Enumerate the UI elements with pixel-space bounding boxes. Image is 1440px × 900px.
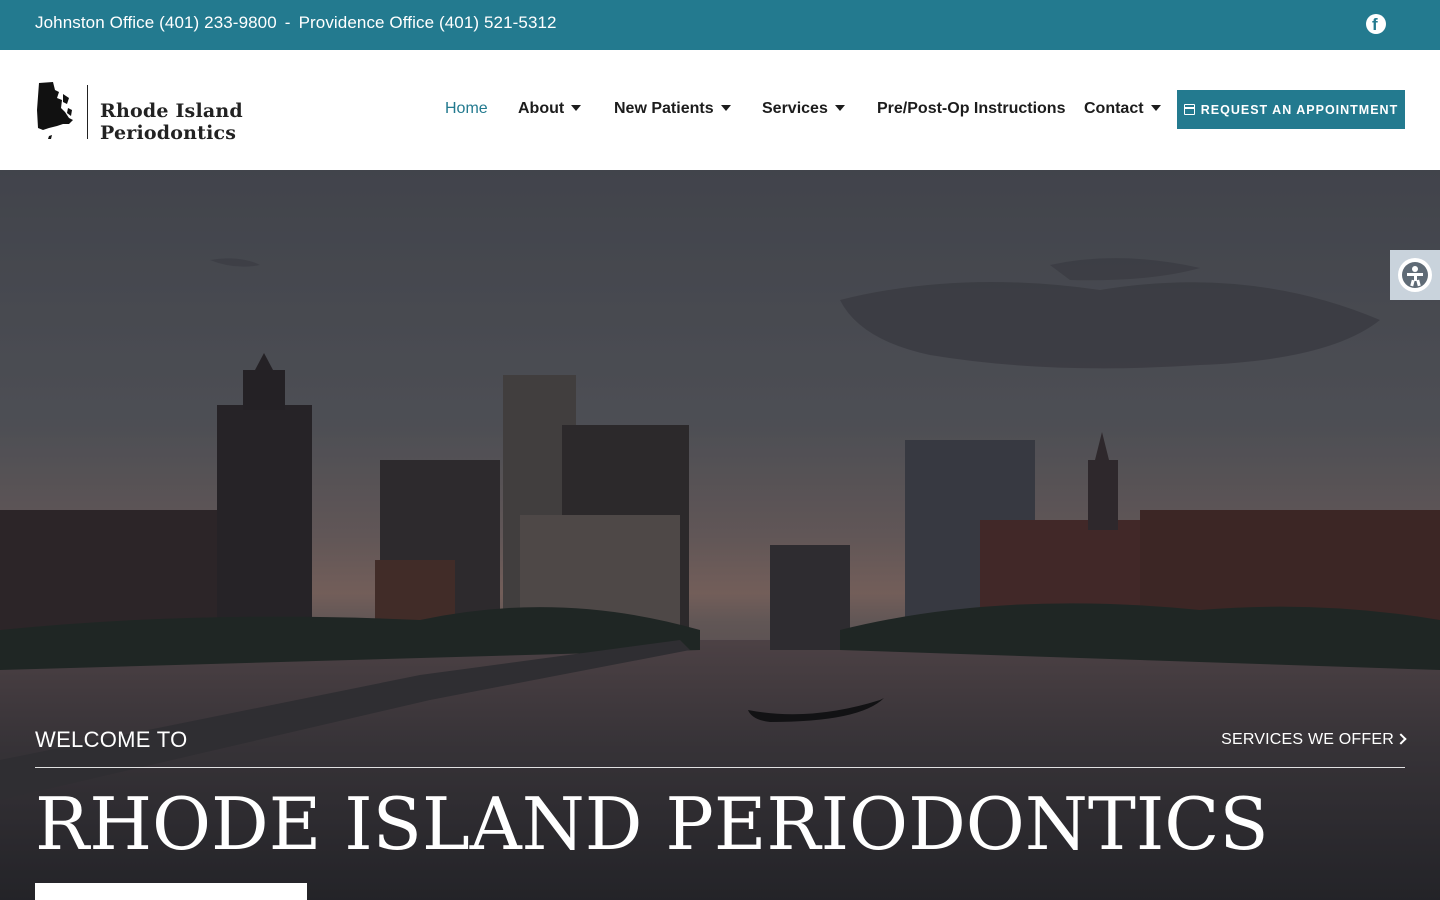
hero-title: RHODE ISLAND PERIODONTICS	[35, 782, 1269, 866]
nav-new-patients-label: New Patients	[614, 100, 714, 117]
nav-about[interactable]: About	[518, 100, 582, 118]
office-phones: Johnston Office (401) 233-9800- Providenc…	[35, 13, 557, 33]
chevron-down-icon	[720, 105, 731, 111]
site-logo[interactable]: Rhode Island Periodontics	[35, 80, 365, 144]
nav-contact-label: Contact	[1084, 100, 1144, 117]
hero-section: WELCOME TO SERVICES WE OFFER RHODE ISLAN…	[0, 170, 1440, 900]
nav-contact[interactable]: Contact	[1084, 100, 1161, 118]
nav-new-patients[interactable]: New Patients	[614, 100, 731, 118]
providence-office-phone[interactable]: Providence Office (401) 521-5312	[299, 13, 557, 32]
chevron-down-icon	[834, 105, 845, 111]
logo-divider	[87, 85, 88, 139]
accessibility-icon	[1398, 258, 1432, 292]
top-bar: Johnston Office (401) 233-9800- Providenc…	[0, 0, 1440, 50]
nav-services-label: Services	[762, 100, 828, 117]
nav-home[interactable]: Home	[445, 100, 488, 118]
hero-divider	[35, 767, 1405, 768]
services-we-offer-label: SERVICES WE OFFER	[1221, 731, 1394, 748]
calendar-icon	[1183, 104, 1195, 115]
services-we-offer-link[interactable]: SERVICES WE OFFER	[1221, 731, 1407, 749]
johnston-office-phone[interactable]: Johnston Office (401) 233-9800	[35, 13, 277, 32]
request-appointment-button[interactable]: REQUEST AN APPOINTMENT	[1177, 90, 1405, 129]
nav-about-label: About	[518, 100, 565, 117]
hero-cta-box[interactable]	[35, 883, 307, 900]
nav-services[interactable]: Services	[762, 100, 845, 118]
nav-home-label: Home	[445, 100, 488, 117]
hero-eyebrow: WELCOME TO	[35, 727, 188, 752]
chevron-right-icon	[1395, 733, 1407, 745]
facebook-icon[interactable]: f	[1366, 14, 1386, 34]
request-appointment-label: REQUEST AN APPOINTMENT	[1200, 102, 1399, 117]
logo-text: Rhode Island Periodontics	[100, 100, 243, 144]
chevron-down-icon	[1150, 105, 1161, 111]
chevron-down-icon	[571, 105, 582, 111]
nav-pre-post-op-label: Pre/Post-Op Instructions	[877, 100, 1066, 117]
nav-pre-post-op[interactable]: Pre/Post-Op Instructions	[877, 100, 1065, 118]
rhode-island-map-icon	[37, 82, 73, 139]
accessibility-button[interactable]	[1390, 250, 1440, 300]
site-header: Rhode Island Periodontics Home About New…	[0, 50, 1440, 170]
phone-separator: -	[284, 13, 291, 32]
